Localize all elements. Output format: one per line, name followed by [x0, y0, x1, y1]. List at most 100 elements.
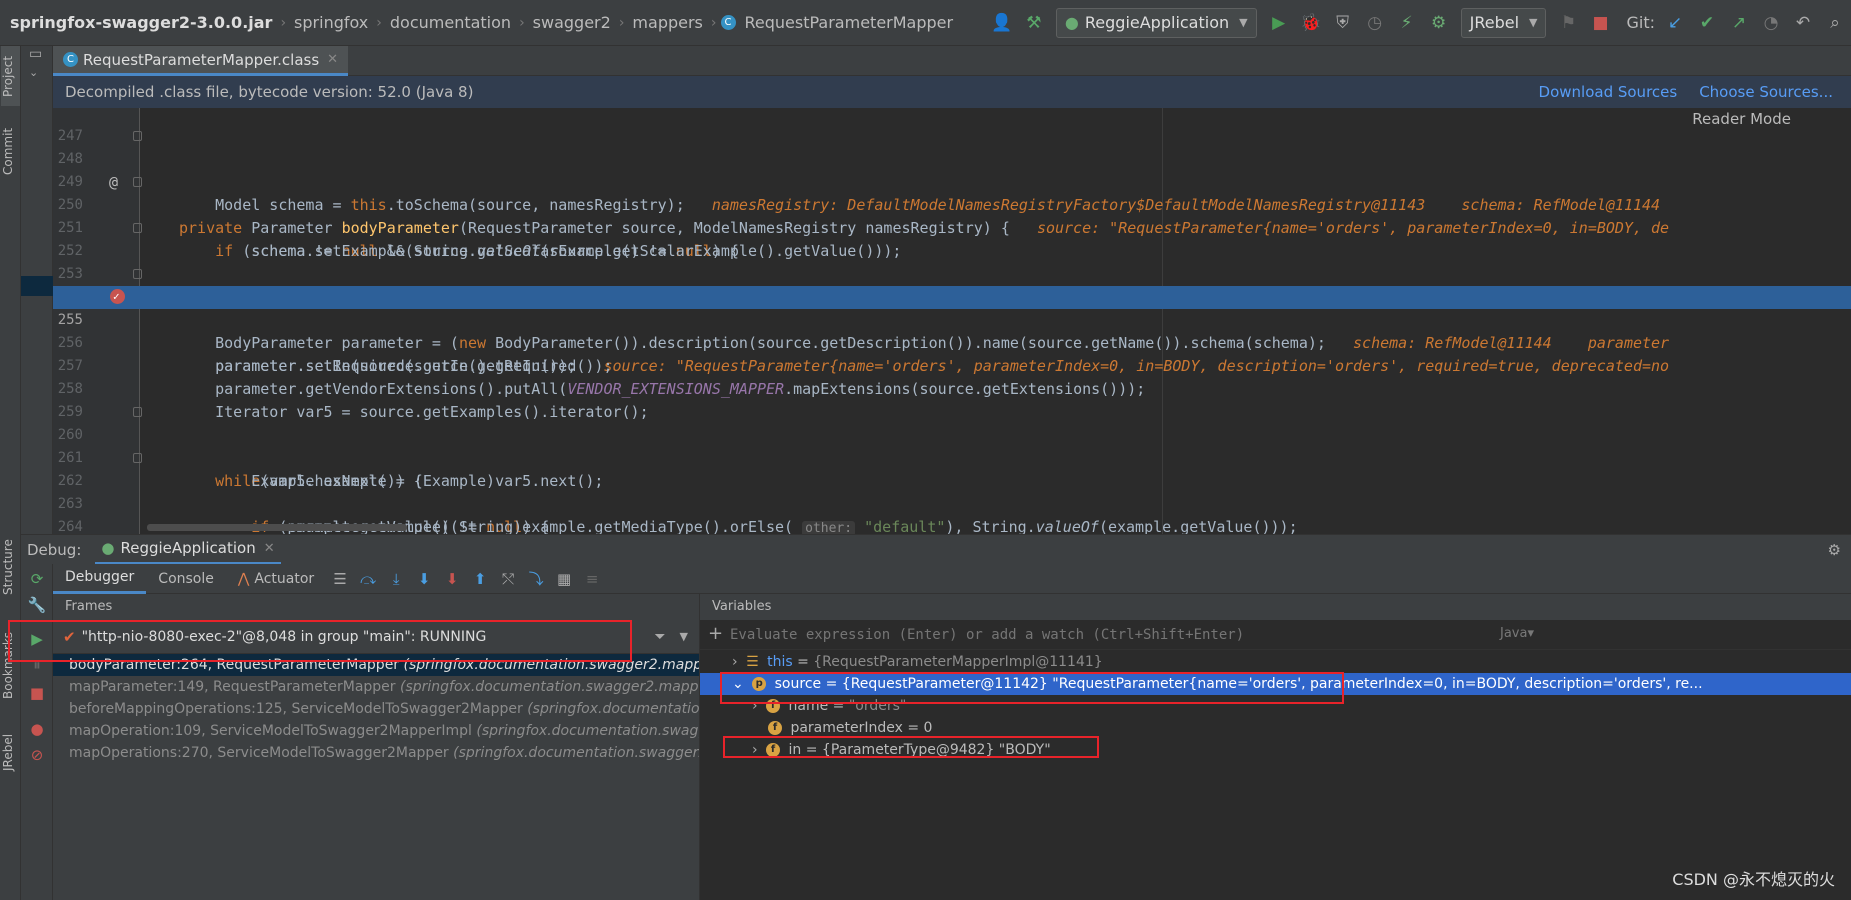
chevron-down-icon[interactable]: ⌄	[732, 676, 744, 692]
add-watch-icon[interactable]: +	[708, 623, 723, 644]
chevron-right-icon[interactable]: ›	[752, 698, 758, 714]
class-icon: C	[63, 52, 78, 67]
breadcrumb-package-swagger2[interactable]: swagger2	[529, 13, 615, 32]
jrebel-tool-tab[interactable]: JRebel	[1, 722, 20, 782]
frame-method: mapOperations:270, ServiceModelToSwagger…	[69, 745, 449, 761]
variable-row-source[interactable]: ⌄ p source = {RequestParameter@11142} "R…	[700, 673, 1851, 695]
chevron-down-icon[interactable]: ⌄	[29, 66, 38, 79]
breadcrumb-package-springfox[interactable]: springfox	[290, 13, 372, 32]
evaluate-expression-icon[interactable]: ▦	[554, 570, 574, 588]
commit-tool-tab[interactable]: Commit	[1, 116, 20, 186]
step-into-icon[interactable]: ⬇	[414, 570, 434, 588]
search-icon[interactable]: ⌕	[1824, 12, 1846, 34]
debug-icon[interactable]: 🐞	[1300, 12, 1322, 34]
variable-row-name[interactable]: › f name = "orders"	[700, 695, 1851, 717]
chevron-right-icon[interactable]: ›	[752, 742, 758, 758]
gear-icon[interactable]: ⚙	[1828, 541, 1841, 559]
filter-icon[interactable]: ⏷	[654, 629, 665, 645]
stack-frame[interactable]: beforeMappingOperations:125, ServiceMode…	[53, 698, 699, 720]
menu-icon[interactable]: ☰	[330, 570, 350, 588]
tab-debugger[interactable]: Debugger	[53, 564, 147, 594]
choose-sources-link[interactable]: Choose Sources...	[1699, 83, 1833, 101]
code-line: 252 }	[53, 217, 1851, 306]
class-icon: C	[720, 15, 736, 30]
breadcrumb-class[interactable]: RequestParameterMapper	[741, 13, 958, 32]
bookmarks-tool-tab[interactable]: Bookmarks	[1, 622, 20, 708]
debug-session-tab[interactable]: ● ReggieApplication ✕	[95, 535, 281, 565]
jrebel-dropdown[interactable]: JRebel ▼	[1460, 7, 1547, 38]
mute-breakpoints-icon[interactable]: ⊘	[27, 746, 47, 764]
rerun-icon[interactable]: ⟳	[27, 570, 47, 588]
show-execution-point-icon[interactable]: ⤼	[358, 570, 378, 588]
fold-marker-icon[interactable]	[133, 223, 142, 233]
profiler-icon[interactable]: ◷	[1364, 12, 1386, 34]
language-selector[interactable]: Java▾	[1500, 626, 1534, 641]
git-push-icon[interactable]: ↗	[1728, 12, 1750, 34]
variable-row-parameterIndex[interactable]: f parameterIndex = 0	[700, 717, 1851, 739]
trace-current-stream-icon[interactable]: ≡	[582, 570, 602, 588]
fold-marker-icon[interactable]	[133, 407, 142, 417]
user-icon[interactable]: 👤	[991, 12, 1013, 34]
wrench-icon[interactable]: 🔧	[27, 596, 47, 614]
tab-console[interactable]: Console	[146, 564, 226, 594]
git-update-icon[interactable]: ↙	[1664, 12, 1686, 34]
jrebel-run-icon[interactable]: ⚡	[1396, 12, 1418, 34]
view-breakpoints-icon[interactable]: ●	[27, 720, 47, 738]
actuator-icon: ⋀	[237, 570, 250, 587]
fold-marker-icon[interactable]	[133, 269, 142, 279]
frame-method: beforeMappingOperations:125, ServiceMode…	[69, 701, 523, 717]
resume-icon[interactable]: ▶	[27, 630, 47, 648]
spring-app-icon: ●	[101, 539, 115, 557]
variable-name: parameterIndex	[790, 720, 903, 736]
step-over-icon[interactable]: ⤓	[386, 570, 406, 588]
horizontal-scrollbar[interactable]	[147, 524, 407, 531]
structure-tool-tab[interactable]: Structure	[1, 530, 20, 605]
git-commit-icon[interactable]: ✔	[1696, 12, 1718, 34]
fold-marker-icon[interactable]	[133, 177, 142, 187]
chevron-down-icon: ▼	[1239, 16, 1248, 29]
frames-panel: Frames ✔ "http-nio-8080-exec-2"@8,048 in…	[53, 594, 700, 900]
download-sources-link[interactable]: Download Sources	[1539, 83, 1678, 101]
stack-frame[interactable]: mapOperations:270, ServiceModelToSwagger…	[53, 742, 699, 764]
decompiled-banner: Decompiled .class file, bytecode version…	[53, 76, 1851, 108]
drop-frame-icon[interactable]: ⤲	[498, 570, 518, 588]
breadcrumb-package-mappers[interactable]: mappers	[628, 13, 706, 32]
stack-frame[interactable]: mapOperation:109, ServiceModelToSwagger2…	[53, 720, 699, 742]
breadcrumb-jar[interactable]: springfox-swagger2-3.0.0.jar	[0, 13, 276, 32]
close-icon[interactable]: ✕	[264, 541, 275, 556]
stop-icon[interactable]: ■	[27, 684, 47, 702]
tab-actuator[interactable]: ⋀ Actuator	[226, 564, 326, 594]
breakpoint-icon[interactable]	[110, 285, 125, 308]
build-hammer-icon[interactable]: ⚒	[1023, 12, 1045, 34]
variable-row-in[interactable]: › f in = {ParameterType@9482} "BODY"	[700, 739, 1851, 761]
chevron-down-icon[interactable]: ▼	[680, 630, 688, 643]
variable-value: {ParameterType@9482} "BODY"	[821, 742, 1051, 758]
run-configuration-dropdown[interactable]: ● ReggieApplication ▼	[1055, 7, 1257, 38]
run-icon[interactable]: ▶	[1268, 12, 1290, 34]
rerun-icon[interactable]: ⚑	[1557, 12, 1579, 34]
chevron-right-icon[interactable]: ›	[732, 654, 738, 670]
variable-row-this[interactable]: › ☰ this = {RequestParameterMapperImpl@1…	[700, 651, 1851, 673]
project-panel-icon[interactable]: ▭	[29, 46, 42, 62]
code-line: 256 parameter.setRequired(source.getRequ…	[53, 309, 1851, 375]
pause-icon[interactable]: ⏸	[27, 656, 47, 674]
coverage-icon[interactable]: ⛨	[1332, 12, 1354, 34]
thread-selector[interactable]: ✔ "http-nio-8080-exec-2"@8,048 in group …	[53, 620, 699, 654]
project-tool-tab[interactable]: Project	[1, 46, 20, 106]
run-to-cursor-icon[interactable]: ⤵	[526, 568, 546, 589]
fold-marker-icon[interactable]	[133, 453, 142, 463]
force-step-into-icon[interactable]: ⬇	[442, 570, 462, 588]
jrebel-debug-icon[interactable]: ⚙	[1428, 12, 1450, 34]
git-rollback-icon[interactable]: ↶	[1792, 12, 1814, 34]
step-out-icon[interactable]: ⬆	[470, 570, 490, 588]
code-editor[interactable]: Reader Mode 247 248 @ private Parameter …	[53, 108, 1851, 534]
stack-frame[interactable]: bodyParameter:264, RequestParameterMappe…	[53, 654, 699, 676]
fold-marker-icon[interactable]	[133, 131, 142, 141]
git-history-icon[interactable]: ◔	[1760, 12, 1782, 34]
breadcrumb-package-documentation[interactable]: documentation	[386, 13, 515, 32]
editor-tab-active[interactable]: C RequestParameterMapper.class ✕	[53, 46, 349, 76]
evaluate-expression-input[interactable]	[730, 623, 1480, 647]
stack-frame[interactable]: mapParameter:149, RequestParameterMapper…	[53, 676, 699, 698]
close-icon[interactable]: ✕	[327, 52, 338, 67]
stop-icon[interactable]: ■	[1589, 12, 1611, 34]
